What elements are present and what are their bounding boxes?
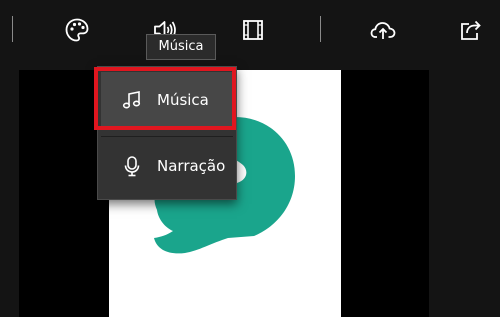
menu-item-label: Narração xyxy=(157,157,226,175)
toolbar-separator xyxy=(320,16,321,42)
music-note-icon xyxy=(121,89,143,111)
audio-tooltip: Música xyxy=(146,34,216,60)
menu-item-narration[interactable]: Narração xyxy=(101,138,233,194)
menu-item-label: Música xyxy=(157,91,209,109)
video-editor: Música Música Narração xyxy=(0,0,500,317)
cloud-upload-icon[interactable] xyxy=(365,12,401,48)
menu-divider xyxy=(101,136,233,137)
toolbar-separator xyxy=(12,16,13,42)
menu-item-music[interactable]: Música xyxy=(101,72,233,128)
microphone-icon xyxy=(121,155,143,177)
audio-menu: Música Narração xyxy=(97,66,237,200)
toolbar xyxy=(0,0,500,58)
film-frame-icon[interactable] xyxy=(235,12,271,48)
palette-icon[interactable] xyxy=(59,12,95,48)
share-icon[interactable] xyxy=(453,12,489,48)
